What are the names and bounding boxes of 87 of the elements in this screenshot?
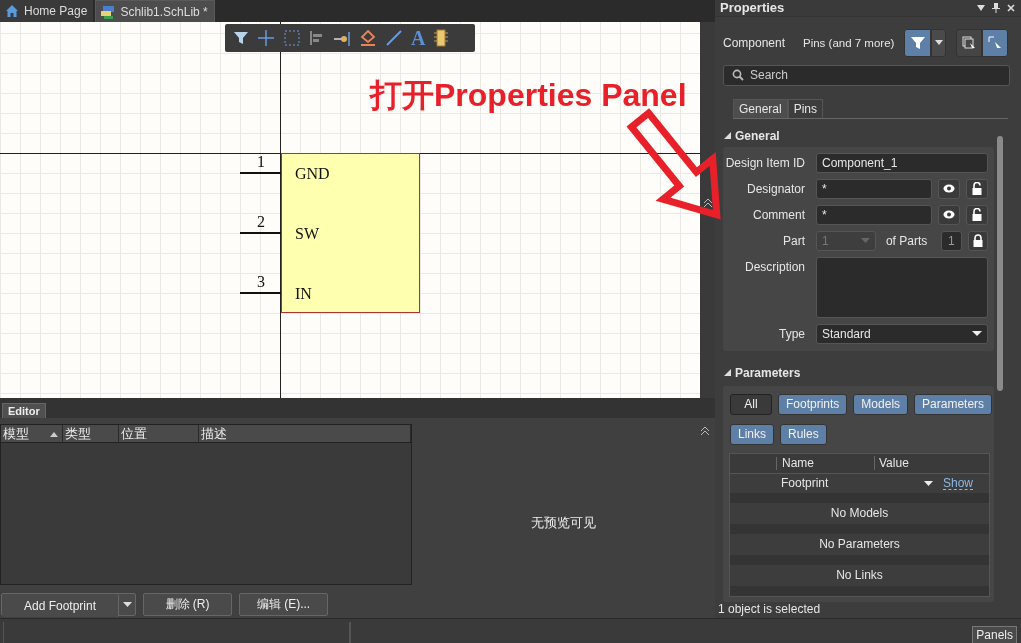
pin-name: SW (295, 226, 319, 242)
filter-toggle[interactable]: Rules (780, 423, 827, 445)
filter-toggle[interactable]: Models (853, 393, 909, 415)
expand-icon[interactable] (724, 369, 731, 377)
parts-count: 1 (941, 230, 962, 251)
pin-number: 1 (257, 154, 265, 170)
column-header[interactable]: 描述 (199, 425, 411, 442)
text-field[interactable]: Component_1 (816, 152, 988, 173)
field-label: Type (778, 325, 806, 343)
filter-toggle[interactable]: Footprints (778, 393, 848, 415)
annotation-text: 打开Properties Panel (370, 76, 687, 115)
object-type: Component (723, 35, 787, 50)
add-footprint-button[interactable]: Add Footprint (2, 594, 119, 617)
collapse-icon[interactable] (700, 426, 710, 436)
collapse-icon[interactable] (702, 198, 713, 208)
editor-tab[interactable]: Editor (2, 403, 46, 418)
pin-line (240, 292, 281, 294)
panel-title: Properties (720, 0, 785, 16)
preview-message: 无预览可见 (531, 514, 596, 532)
section-title: General (735, 128, 780, 143)
show-link[interactable]: Show (942, 476, 973, 490)
pin-icon[interactable] (333, 29, 351, 47)
panel-tab[interactable]: General (733, 98, 788, 118)
caret-icon (934, 40, 943, 46)
pin-name: IN (295, 286, 312, 302)
action-button[interactable]: 删除 (R) (143, 593, 232, 616)
filter-toggle[interactable]: Parameters (914, 393, 993, 415)
expand-icon[interactable] (724, 132, 731, 140)
filter-icon[interactable] (233, 30, 249, 46)
select-icon (962, 35, 976, 50)
description-field[interactable] (816, 256, 988, 318)
pin-number: 3 (257, 274, 265, 290)
filter-toggle[interactable]: Links (730, 423, 774, 445)
pin-number: 2 (257, 214, 265, 230)
caret-icon[interactable] (923, 480, 933, 486)
unlocked-icon[interactable] (972, 182, 982, 196)
text-field[interactable]: * (816, 178, 932, 199)
section-title: Parameters (735, 365, 801, 380)
field-label: Design Item ID (724, 154, 806, 172)
caret-icon (122, 602, 132, 607)
caret-icon (860, 238, 870, 244)
column-header: Name (781, 456, 815, 471)
filter-toggle[interactable]: All (730, 393, 772, 415)
field-label: Designator (745, 180, 806, 198)
dropdown-button[interactable] (931, 28, 946, 57)
field-label: Part (782, 232, 806, 250)
column-header[interactable]: 位置 (119, 425, 199, 442)
document-tab[interactable]: Home Page (0, 0, 94, 22)
filter-button[interactable] (904, 28, 931, 57)
unlocked-icon[interactable] (972, 208, 982, 222)
select-icon (988, 35, 1002, 50)
panels-button[interactable]: Panels (972, 626, 1017, 643)
field-label: Description (743, 258, 806, 276)
eye-icon[interactable] (943, 184, 955, 194)
document-tab[interactable]: Schlib1.SchLib * (95, 0, 215, 22)
line-icon[interactable] (385, 29, 403, 47)
close-icon[interactable] (1007, 3, 1015, 12)
type-select[interactable]: Standard (816, 323, 988, 344)
select-overlapped-button[interactable] (956, 28, 982, 57)
component-icon[interactable] (433, 29, 450, 47)
filter-label: Pins (and 7 more) (803, 36, 896, 49)
crosshair-icon[interactable] (257, 29, 275, 47)
column-header: Value (874, 456, 974, 471)
pin-line (240, 232, 281, 234)
field-label: Comment (752, 206, 806, 224)
text-field[interactable]: * (816, 204, 932, 225)
search-icon (732, 69, 744, 82)
column-header[interactable]: 类型 (63, 425, 119, 442)
action-button[interactable]: 编辑 (E)... (239, 593, 328, 616)
search-field[interactable]: Search (723, 64, 1010, 86)
field-label: of Parts (885, 232, 929, 250)
selection-status: 1 object is selected (718, 602, 822, 618)
library-icon (100, 3, 117, 20)
panel-tab[interactable]: Pins (787, 98, 824, 118)
align-icon[interactable] (309, 30, 325, 46)
pin-icon[interactable] (992, 2, 1000, 13)
caret-icon (972, 331, 982, 337)
shape-icon[interactable] (359, 29, 377, 47)
dropdown-icon[interactable] (977, 4, 985, 11)
pin-name: GND (295, 166, 330, 182)
column-header[interactable]: 模型 (1, 425, 63, 442)
pin-line (240, 172, 281, 174)
table-cell-text: Footprint (780, 476, 830, 491)
home-icon (4, 3, 20, 19)
select-button[interactable] (982, 28, 1008, 57)
eye-icon[interactable] (943, 210, 955, 220)
filter-icon (910, 35, 925, 50)
